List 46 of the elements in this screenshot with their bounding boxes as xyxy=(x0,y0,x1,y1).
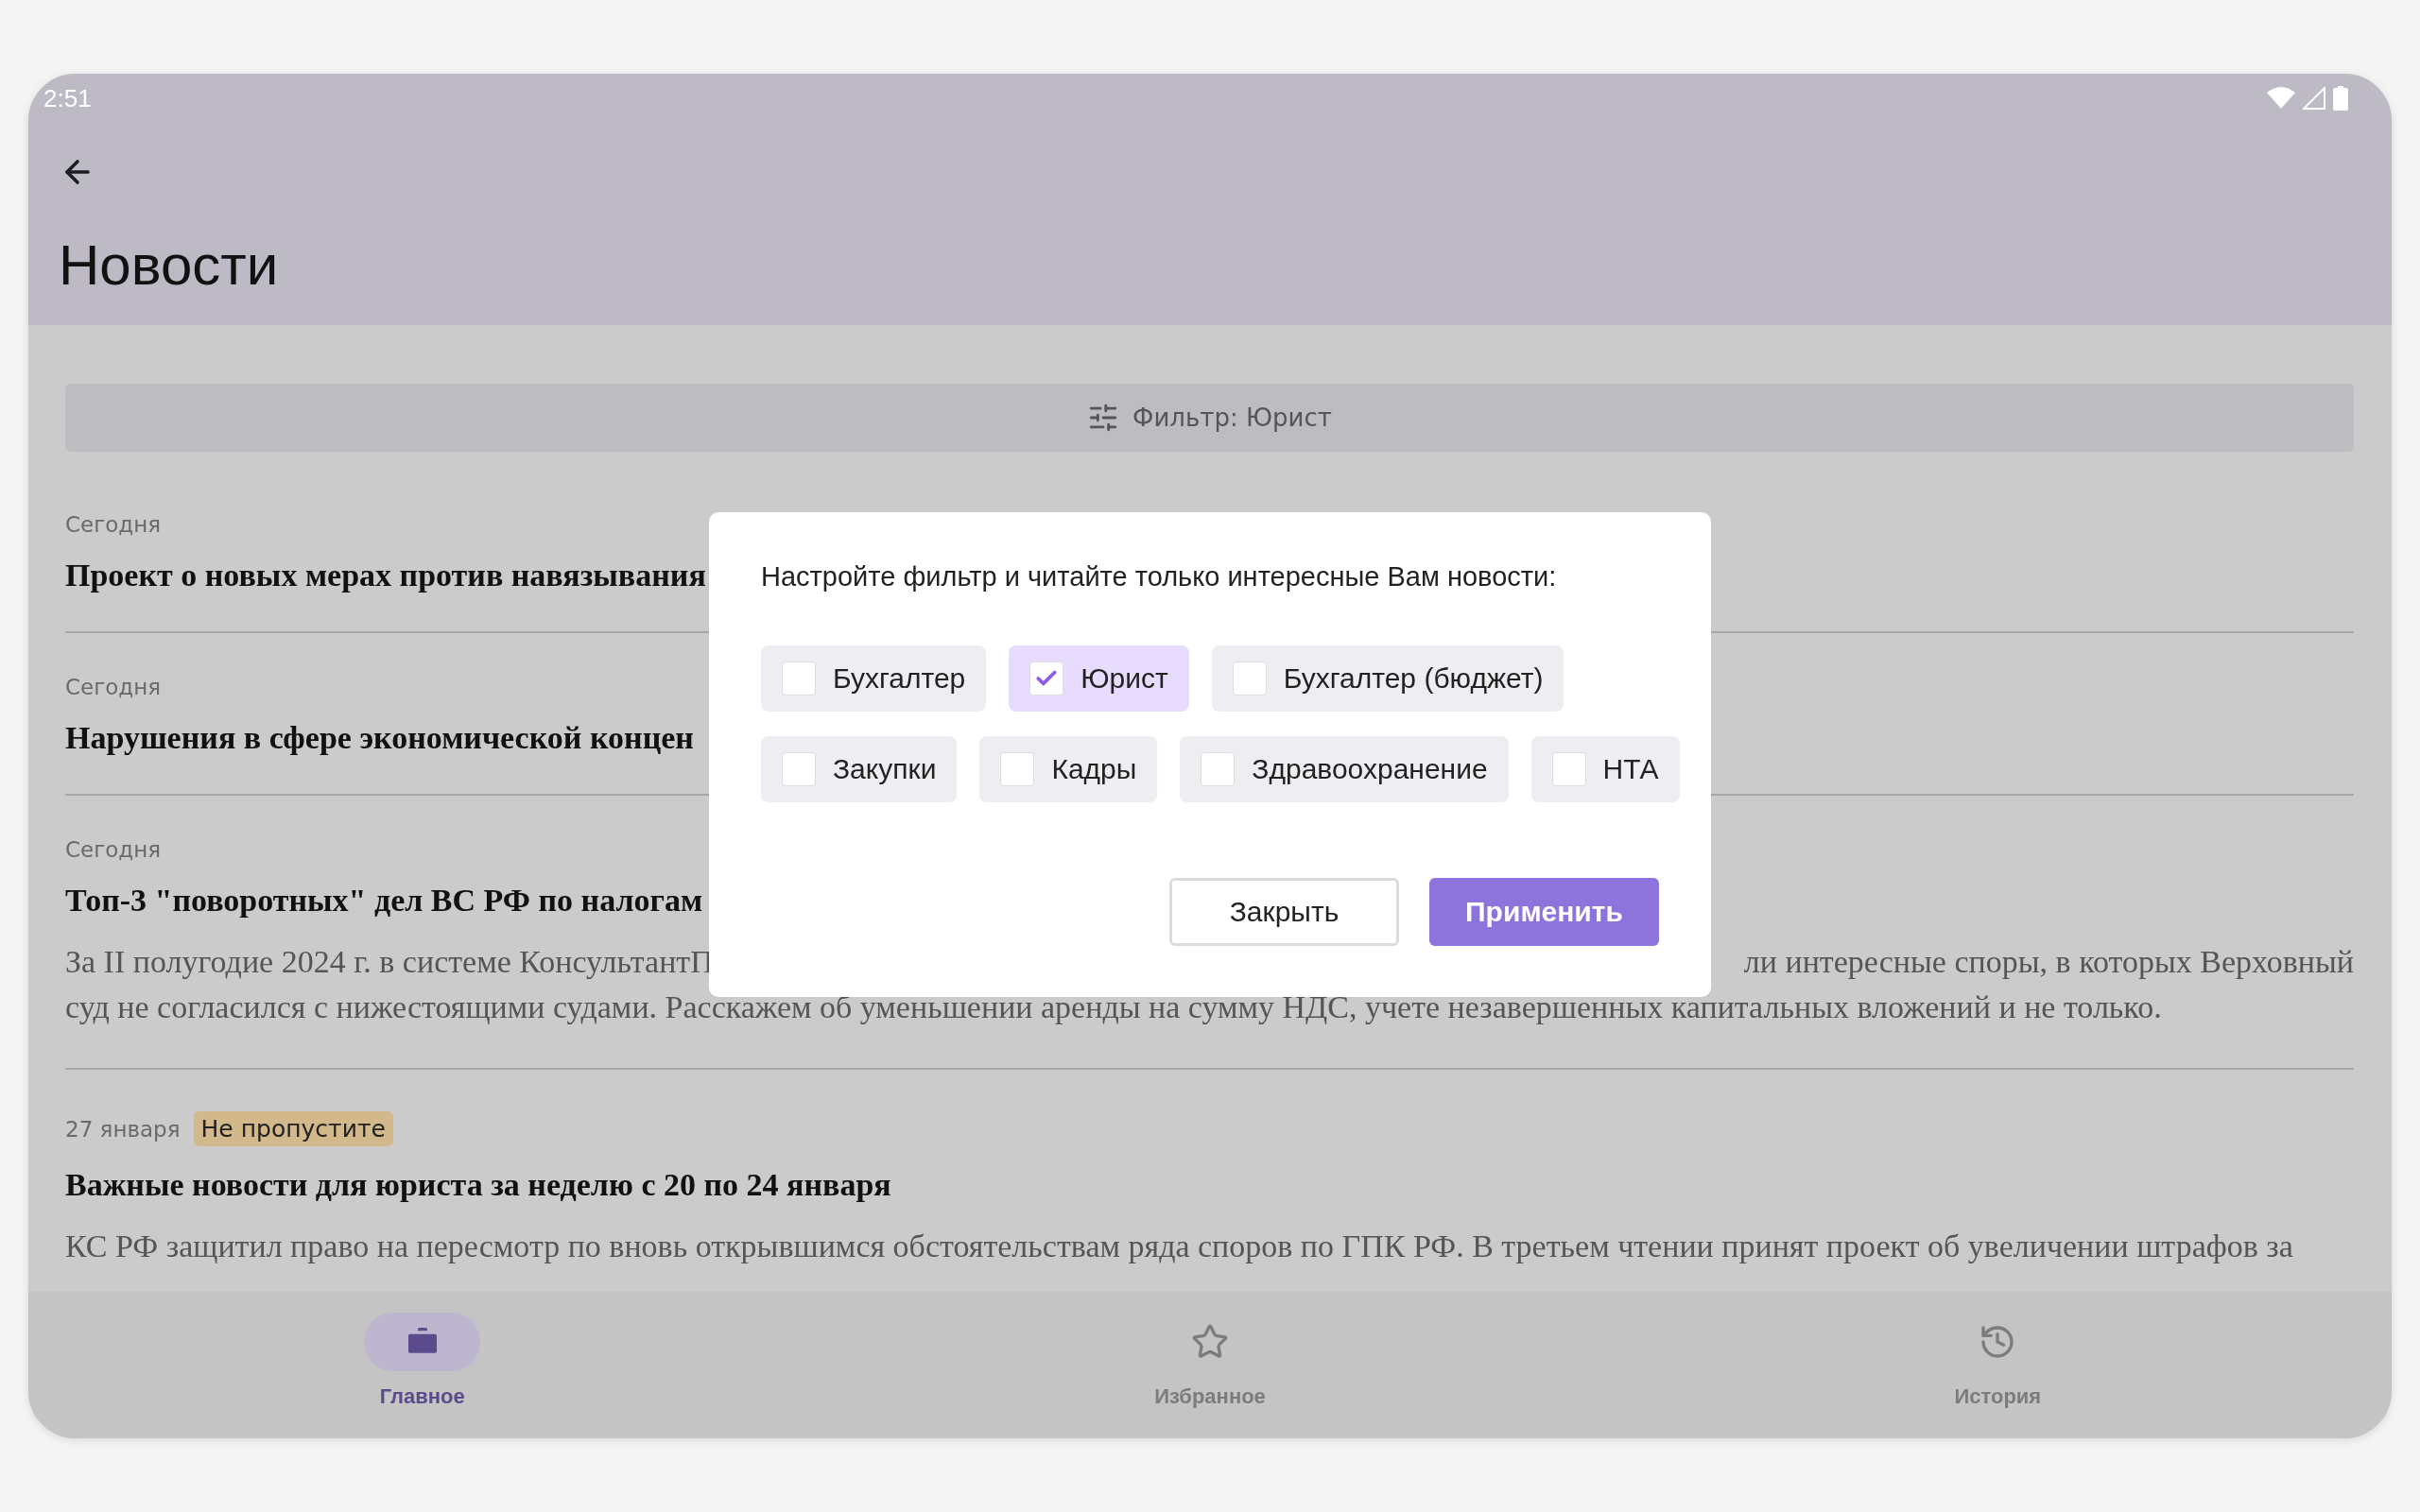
signal-icon xyxy=(2303,87,2325,110)
news-summary: ли интересные споры, в которых Верховный xyxy=(1743,943,2354,981)
news-title[interactable]: Нарушения в сфере экономической концен xyxy=(65,720,694,756)
news-summary: суд не согласился с нижестоящими судами. Расскажем об уменьшении аренды на сумму НДС, учете незавершенных капитальных вложений и не только. xyxy=(65,988,2162,1026)
filter-option[interactable]: НТА xyxy=(1530,736,1680,802)
option-label: Здравоохранение xyxy=(1252,753,1488,785)
news-badge: Не пропустите xyxy=(193,1111,393,1146)
option-label: Юрист xyxy=(1080,662,1168,695)
battery-icon xyxy=(2333,86,2348,111)
checkbox[interactable] xyxy=(1551,752,1586,786)
option-label: Бухгалтер (бюджет) xyxy=(1283,662,1544,695)
filter-option[interactable]: Юрист xyxy=(1009,645,1189,712)
page-title: Новости xyxy=(59,232,280,298)
dialog-prompt: Настройте фильтр и читайте только интересные Вам новости: xyxy=(761,561,1558,593)
checkbox[interactable] xyxy=(782,752,816,786)
option-label: Бухгалтер xyxy=(833,662,966,695)
option-label: Закупки xyxy=(833,753,937,785)
news-summary: КС РФ защитил право на пересмотр по вновь открывшимся обстоятельствам ряда споров по ГПК РФ. В третьем чтении принят проект об увеличении штрафов за xyxy=(65,1228,2293,1265)
news-title[interactable]: Важные новости для юриста за неделю с 20 по 24 января xyxy=(65,1167,891,1203)
checkbox[interactable] xyxy=(782,662,816,696)
news-summary: За II полугодие 2024 г. в системе КонсультантП xyxy=(65,943,714,981)
checkbox[interactable] xyxy=(1201,752,1236,786)
filter-option[interactable]: Бухгалтер (бюджет) xyxy=(1211,645,1564,712)
filter-option[interactable]: Закупки xyxy=(761,736,958,802)
star-icon xyxy=(1191,1323,1229,1361)
wifi-icon xyxy=(2267,87,2295,110)
filter-option[interactable]: Здравоохранение xyxy=(1180,736,1509,802)
option-label: НТА xyxy=(1602,753,1659,785)
news-date: Сегодня xyxy=(65,512,162,537)
news-date: Сегодня xyxy=(65,675,162,699)
news-title[interactable]: Проект о новых мерах против навязывания xyxy=(65,558,706,593)
filter-label: Фильтр: Юрист xyxy=(1132,404,1332,432)
checkbox[interactable] xyxy=(1232,662,1267,696)
apply-button[interactable]: Применить xyxy=(1429,878,1659,946)
option-label: Кадры xyxy=(1051,753,1137,785)
news-date: 27 января xyxy=(65,1116,181,1142)
status-time: 2:51 xyxy=(43,83,92,113)
news-title[interactable]: Топ-3 "поворотных" дел ВС РФ по налогам xyxy=(65,883,703,919)
close-button[interactable]: Закрыть xyxy=(1169,878,1399,946)
checkbox[interactable] xyxy=(1029,662,1064,696)
nav-tab[interactable]: Главное xyxy=(28,1292,817,1438)
news-date: Сегодня xyxy=(65,837,162,862)
filter-option[interactable]: Бухгалтер xyxy=(761,645,987,712)
checkbox[interactable] xyxy=(1000,752,1035,786)
filter-bar[interactable]: Фильтр: Юрист xyxy=(65,384,2354,452)
filter-option[interactable]: Кадры xyxy=(979,736,1158,802)
